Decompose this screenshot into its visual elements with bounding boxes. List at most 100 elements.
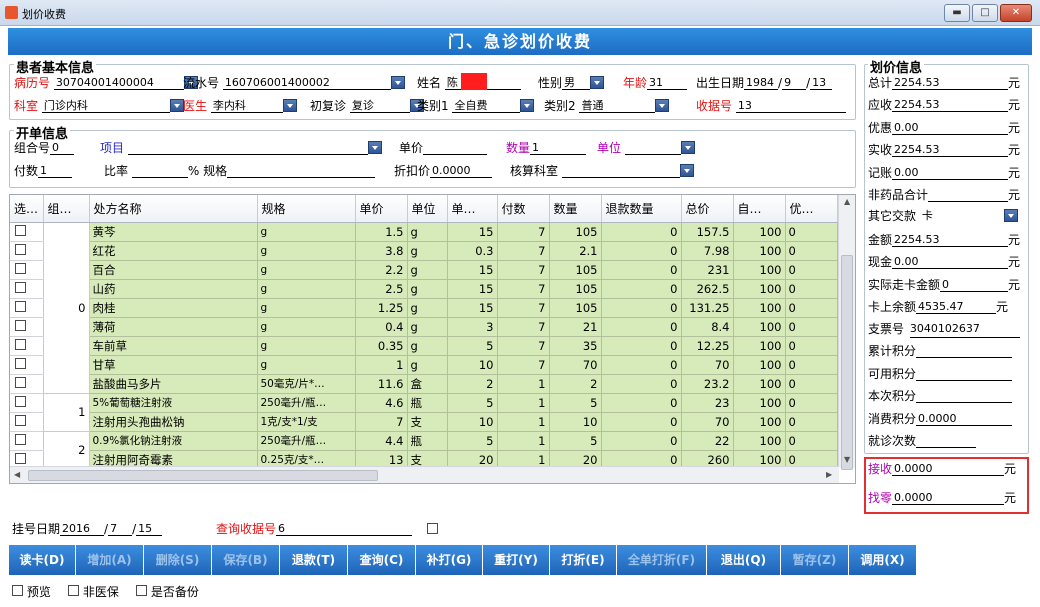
checkbox[interactable] [15,376,26,388]
checkbox[interactable] [15,262,26,274]
table-cell[interactable]: 70 [681,412,734,432]
table-cell[interactable]: 7 [497,241,550,261]
table-cell[interactable]: 105 [549,260,602,280]
reprint-again-button[interactable]: 重打(Y) [483,545,550,575]
table-cell[interactable]: 105 [549,279,602,299]
table-cell[interactable]: 21 [549,317,602,337]
table-cell[interactable]: 0 [785,412,838,432]
column-header[interactable]: 总价 [681,195,734,223]
category2-field[interactable]: 类别2 普通 [544,98,670,114]
table-cell[interactable]: 131.25 [681,298,734,318]
scroll-left-icon[interactable]: ◀ [14,470,20,479]
table-cell[interactable]: 0 [785,241,838,261]
table-cell[interactable]: 250毫升/瓶… [257,393,356,413]
table-cell[interactable]: 5 [447,431,498,451]
refund-button[interactable]: 退款(T) [280,545,348,575]
table-cell[interactable]: 15 [447,222,498,242]
table-cell[interactable]: g [257,279,356,299]
table-cell[interactable]: 2.2 [355,260,408,280]
table-cell[interactable]: 0 [601,336,682,356]
table-cell[interactable]: 8.4 [681,317,734,337]
table-row[interactable]: 红花 g 3.8 g 0.3 7 2.1 0 7.98 100 0 [10,241,838,261]
checkbox[interactable] [15,357,26,369]
table-cell[interactable]: 7 [355,412,408,432]
table-cell[interactable]: 1.5 [355,222,408,242]
scroll-right-icon[interactable]: ▶ [826,470,832,479]
row-checkbox[interactable] [10,317,44,337]
prescription-table[interactable]: 选… 组… 处方名称 规格 单价 单位 单… 付数 数量 退款数量 总价 自… 优… 0 黄芩 g 1.5 g 1… [9,194,856,484]
chevron-down-icon[interactable] [520,99,535,112]
table-cell[interactable]: 5 [549,431,602,451]
table-cell[interactable]: 瓶 [407,393,448,413]
chevron-down-icon[interactable] [655,99,670,112]
table-cell[interactable]: 1 [497,393,550,413]
table-cell[interactable]: 0 [601,260,682,280]
table-cell[interactable]: 0.3 [447,241,498,261]
table-cell[interactable]: 231 [681,260,734,280]
table-cell[interactable]: 0 [601,317,682,337]
discount-field[interactable]: 优惠 0.00 元 [868,120,1020,136]
table-cell[interactable]: 山药 [89,279,258,299]
chevron-down-icon[interactable] [680,141,695,154]
table-cell[interactable]: 5%葡萄糖注射液 [89,393,258,413]
table-cell[interactable]: 瓶 [407,431,448,451]
column-header[interactable]: 自… [733,195,786,223]
table-cell[interactable]: 0 [601,222,682,242]
ratio-field[interactable]: 比率 % 规格 [104,163,376,179]
table-cell[interactable]: 23 [681,393,734,413]
table-row[interactable]: 车前草 g 0.35 g 5 7 35 0 12.25 100 0 [10,336,838,356]
medical-record-field[interactable]: 病历号 30704001400004 [14,75,198,91]
table-cell[interactable]: 0 [785,260,838,280]
table-cell[interactable]: 盒 [407,374,448,394]
add-button[interactable]: 增加(A) [76,545,144,575]
table-cell[interactable]: 70 [549,355,602,375]
column-header[interactable]: 处方名称 [89,195,258,223]
table-cell[interactable]: 支 [407,412,448,432]
checkbox[interactable] [15,414,26,426]
reprint-button[interactable]: 补打(G) [416,545,483,575]
table-cell[interactable]: 0 [785,317,838,337]
table-cell[interactable]: g [257,355,356,375]
table-cell[interactable]: 100 [733,393,786,413]
received-field[interactable]: 接收 0.0000 元 [868,461,1016,477]
column-header[interactable]: 付数 [497,195,550,223]
table-cell[interactable]: 22 [681,431,734,451]
table-cell[interactable]: 15 [447,260,498,280]
table-cell[interactable]: 0 [601,431,682,451]
amount-field[interactable]: 金额 2254.53 元 [868,232,1020,248]
accounting-dept-field[interactable]: 核算科室 [510,163,694,179]
department-field[interactable]: 科室 门诊内科 [14,98,184,114]
other-payment-field[interactable]: 其它交款 卡 [868,208,1018,224]
row-checkbox[interactable] [10,298,44,318]
minimize-button[interactable]: ▬ [944,4,970,22]
table-cell[interactable]: 注射用头孢曲松钠 [89,412,258,432]
row-checkbox[interactable] [10,374,44,394]
table-cell[interactable]: 1.25 [355,298,408,318]
table-cell[interactable]: 7 [497,355,550,375]
table-cell[interactable]: 100 [733,317,786,337]
credit-field[interactable]: 记账 0.00 元 [868,165,1020,181]
table-row[interactable]: 2 0.9%氯化钠注射液 250毫升/瓶… 4.4 瓶 5 1 5 0 22 100 0 [10,431,838,470]
table-cell[interactable]: 23.2 [681,374,734,394]
column-header[interactable]: 单位 [407,195,448,223]
vertical-scroll-thumb[interactable] [841,255,853,470]
row-checkbox[interactable] [10,336,44,356]
checkbox[interactable] [15,452,26,464]
table-cell[interactable]: g [407,222,448,242]
table-cell[interactable]: g [257,298,356,318]
checkbox[interactable] [15,433,26,445]
table-cell[interactable]: 5 [549,393,602,413]
scroll-up-icon[interactable]: ▲ [844,197,850,206]
table-cell[interactable]: 7 [497,317,550,337]
table-cell[interactable]: 7.98 [681,241,734,261]
table-cell[interactable]: 105 [549,298,602,318]
save-button[interactable]: 保存(B) [212,545,280,575]
table-cell[interactable]: 0.9%氯化钠注射液 [89,431,258,451]
table-cell[interactable]: 4.4 [355,431,408,451]
table-cell[interactable]: 1 [497,431,550,451]
table-cell[interactable]: 100 [733,374,786,394]
table-cell[interactable]: 35 [549,336,602,356]
table-cell[interactable]: 3.8 [355,241,408,261]
table-cell[interactable]: 100 [733,355,786,375]
table-row[interactable]: 百合 g 2.2 g 15 7 105 0 231 100 0 [10,260,838,280]
